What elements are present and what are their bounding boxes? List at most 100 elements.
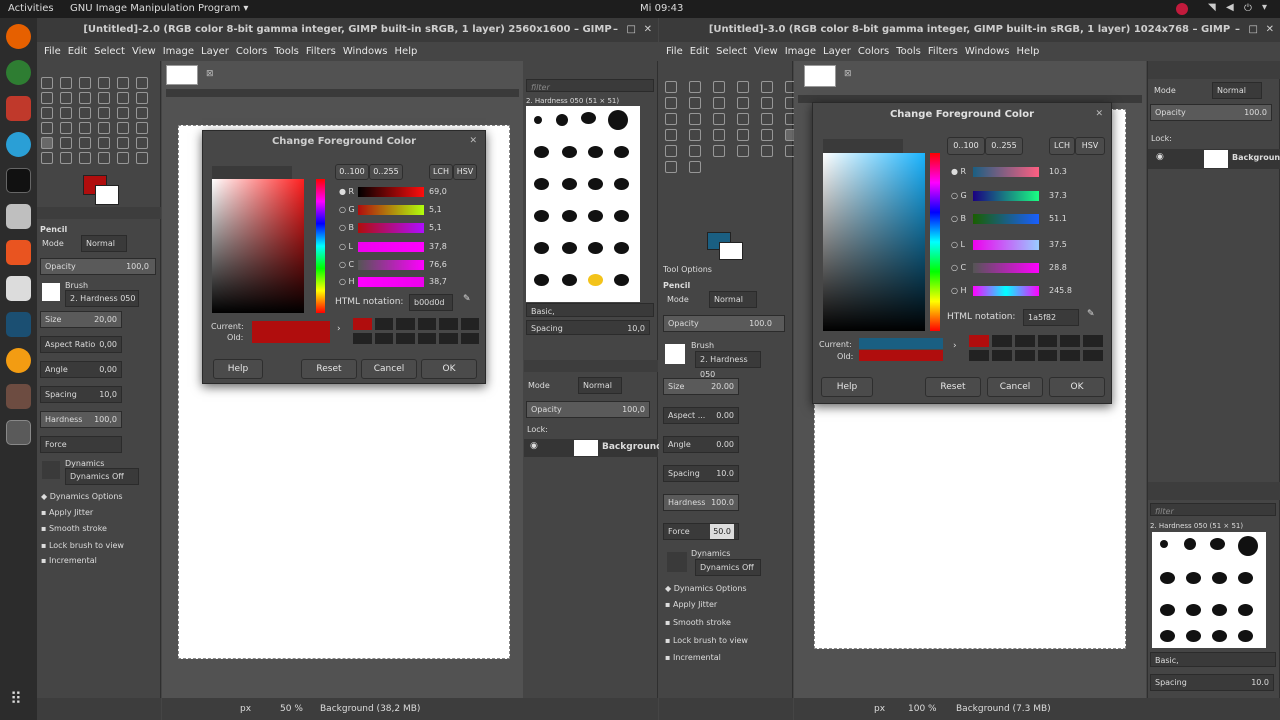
channel-l-slider[interactable] bbox=[973, 240, 1039, 250]
channel-h-value[interactable]: 38,7 bbox=[429, 273, 447, 290]
chrome-icon[interactable] bbox=[6, 60, 31, 85]
lch-button[interactable]: LCH bbox=[429, 164, 453, 180]
color-picker-icon[interactable]: ✎ bbox=[1087, 309, 1095, 319]
channel-r-value[interactable]: 10.3 bbox=[1049, 163, 1067, 180]
force-slider[interactable]: Force bbox=[40, 436, 122, 453]
menu-help[interactable]: Help bbox=[395, 46, 418, 57]
app-indicator-icon[interactable] bbox=[1176, 3, 1188, 15]
html-notation-input[interactable]: b00d0d bbox=[409, 294, 453, 311]
brush-item[interactable] bbox=[1160, 572, 1175, 584]
history-swatch[interactable] bbox=[353, 318, 372, 330]
maximize-icon[interactable]: □ bbox=[1249, 18, 1258, 42]
clone-tool-icon[interactable] bbox=[761, 145, 773, 157]
hue-strip[interactable] bbox=[316, 179, 325, 313]
paths-tool-icon[interactable] bbox=[98, 92, 110, 104]
reset-button[interactable]: Reset bbox=[925, 377, 981, 397]
mypaint-brush-icon[interactable] bbox=[136, 137, 148, 149]
ellipse-select-icon[interactable] bbox=[689, 81, 701, 93]
menu-tools[interactable]: Tools bbox=[896, 46, 921, 57]
brush-preset-select[interactable]: Basic, bbox=[1150, 652, 1276, 667]
hardness-slider[interactable]: Hardness 100.0 bbox=[663, 494, 739, 511]
dynamics-preview[interactable] bbox=[42, 461, 60, 479]
color-picker-icon[interactable]: ✎ bbox=[463, 294, 471, 304]
channel-c-slider[interactable] bbox=[358, 260, 424, 270]
scale-tool-icon[interactable] bbox=[98, 107, 110, 119]
lch-button[interactable]: LCH bbox=[1049, 137, 1075, 155]
files-icon[interactable] bbox=[6, 204, 31, 229]
channel-r-slider[interactable] bbox=[358, 187, 424, 197]
menu-windows[interactable]: Windows bbox=[965, 46, 1010, 57]
color-picker-icon[interactable] bbox=[117, 92, 129, 104]
airbrush-icon[interactable] bbox=[98, 137, 110, 149]
measure-tool-icon[interactable] bbox=[41, 107, 53, 119]
unit-select[interactable]: px bbox=[240, 698, 251, 720]
hsv-button[interactable]: HSV bbox=[1075, 137, 1105, 155]
network-icon[interactable]: ◥ bbox=[1208, 2, 1216, 13]
history-swatch[interactable] bbox=[1014, 349, 1035, 361]
channel-c-value[interactable]: 76,6 bbox=[429, 256, 447, 273]
settings-icon[interactable] bbox=[6, 96, 31, 121]
brush-item[interactable] bbox=[608, 110, 628, 130]
brush-preset-select[interactable]: Basic, bbox=[526, 303, 654, 317]
menu-view[interactable]: View bbox=[132, 46, 156, 57]
history-swatch[interactable] bbox=[460, 318, 479, 330]
zoom-select[interactable]: 50 % bbox=[280, 698, 303, 720]
layer-name[interactable]: Background bbox=[1232, 153, 1280, 162]
brush-item[interactable] bbox=[1212, 604, 1227, 616]
free-select-icon[interactable] bbox=[117, 77, 129, 89]
force-slider[interactable]: Force 50.0 bbox=[663, 523, 739, 540]
dodge-burn-icon[interactable] bbox=[136, 152, 148, 164]
history-swatch[interactable] bbox=[417, 318, 436, 330]
screenshot-icon[interactable] bbox=[6, 312, 31, 337]
foreground-select-icon[interactable] bbox=[79, 92, 91, 104]
bucket-fill-icon[interactable] bbox=[117, 122, 129, 134]
fuzzy-select-icon[interactable] bbox=[136, 77, 148, 89]
history-swatch[interactable] bbox=[396, 332, 415, 344]
mode-select[interactable]: Normal bbox=[709, 291, 757, 308]
dynamics-field[interactable]: Dynamics Off bbox=[695, 559, 761, 576]
gimp-dock-icon[interactable] bbox=[6, 384, 31, 409]
history-swatch[interactable] bbox=[1083, 349, 1103, 361]
brush-filter-input[interactable]: filter bbox=[526, 79, 654, 92]
brush-spacing-slider[interactable]: Spacing 10.0 bbox=[1150, 674, 1274, 691]
smudge-tool-icon[interactable] bbox=[117, 152, 129, 164]
layers-opacity-slider[interactable]: Opacity 100,0 bbox=[526, 401, 650, 418]
audio-icon[interactable] bbox=[6, 348, 31, 373]
brush-item[interactable] bbox=[1212, 572, 1227, 584]
menu-help[interactable]: Help bbox=[1017, 46, 1040, 57]
help-button[interactable]: Help bbox=[213, 359, 263, 379]
history-swatch[interactable] bbox=[1014, 335, 1035, 347]
channel-l-value[interactable]: 37,8 bbox=[429, 238, 447, 255]
brush-item[interactable] bbox=[562, 242, 577, 254]
scale-0-100-button[interactable]: 0..100 bbox=[335, 164, 369, 180]
brush-item[interactable] bbox=[562, 146, 577, 158]
history-swatch[interactable] bbox=[417, 332, 436, 344]
brush-item[interactable] bbox=[1238, 630, 1253, 642]
fuzzy-select-icon[interactable] bbox=[737, 81, 749, 93]
minimize-icon[interactable]: – bbox=[1235, 18, 1240, 42]
opacity-slider[interactable]: Opacity 100.0 bbox=[663, 315, 785, 332]
channel-c-slider[interactable] bbox=[973, 263, 1039, 273]
color-select-icon[interactable] bbox=[761, 81, 773, 93]
menu-layer[interactable]: Layer bbox=[823, 46, 851, 57]
dynamics-preview[interactable] bbox=[667, 552, 687, 572]
blur-tool-icon[interactable] bbox=[98, 152, 110, 164]
smooth-stroke-check[interactable]: ▪ Smooth stroke bbox=[41, 520, 107, 537]
brush-item[interactable] bbox=[1160, 540, 1168, 548]
brush-preview[interactable] bbox=[665, 344, 685, 364]
brush-preview[interactable] bbox=[42, 283, 60, 301]
dodge-burn-icon[interactable] bbox=[689, 161, 701, 173]
angle-slider[interactable]: Angle 0.00 bbox=[663, 436, 739, 453]
history-swatch[interactable] bbox=[396, 318, 415, 330]
brush-item[interactable] bbox=[1184, 538, 1196, 550]
brush-item[interactable] bbox=[614, 210, 629, 222]
help-button[interactable]: Help bbox=[821, 377, 873, 397]
add-to-history-icon[interactable]: › bbox=[337, 324, 341, 334]
incremental-check[interactable]: ▪ Incremental bbox=[665, 649, 721, 666]
brush-item[interactable] bbox=[1238, 572, 1253, 584]
airbrush-icon[interactable] bbox=[713, 145, 725, 157]
terminal-icon[interactable] bbox=[6, 168, 31, 193]
history-swatch[interactable] bbox=[991, 349, 1012, 361]
channel-h-slider[interactable] bbox=[358, 277, 424, 287]
perspective-tool-icon[interactable] bbox=[761, 113, 773, 125]
